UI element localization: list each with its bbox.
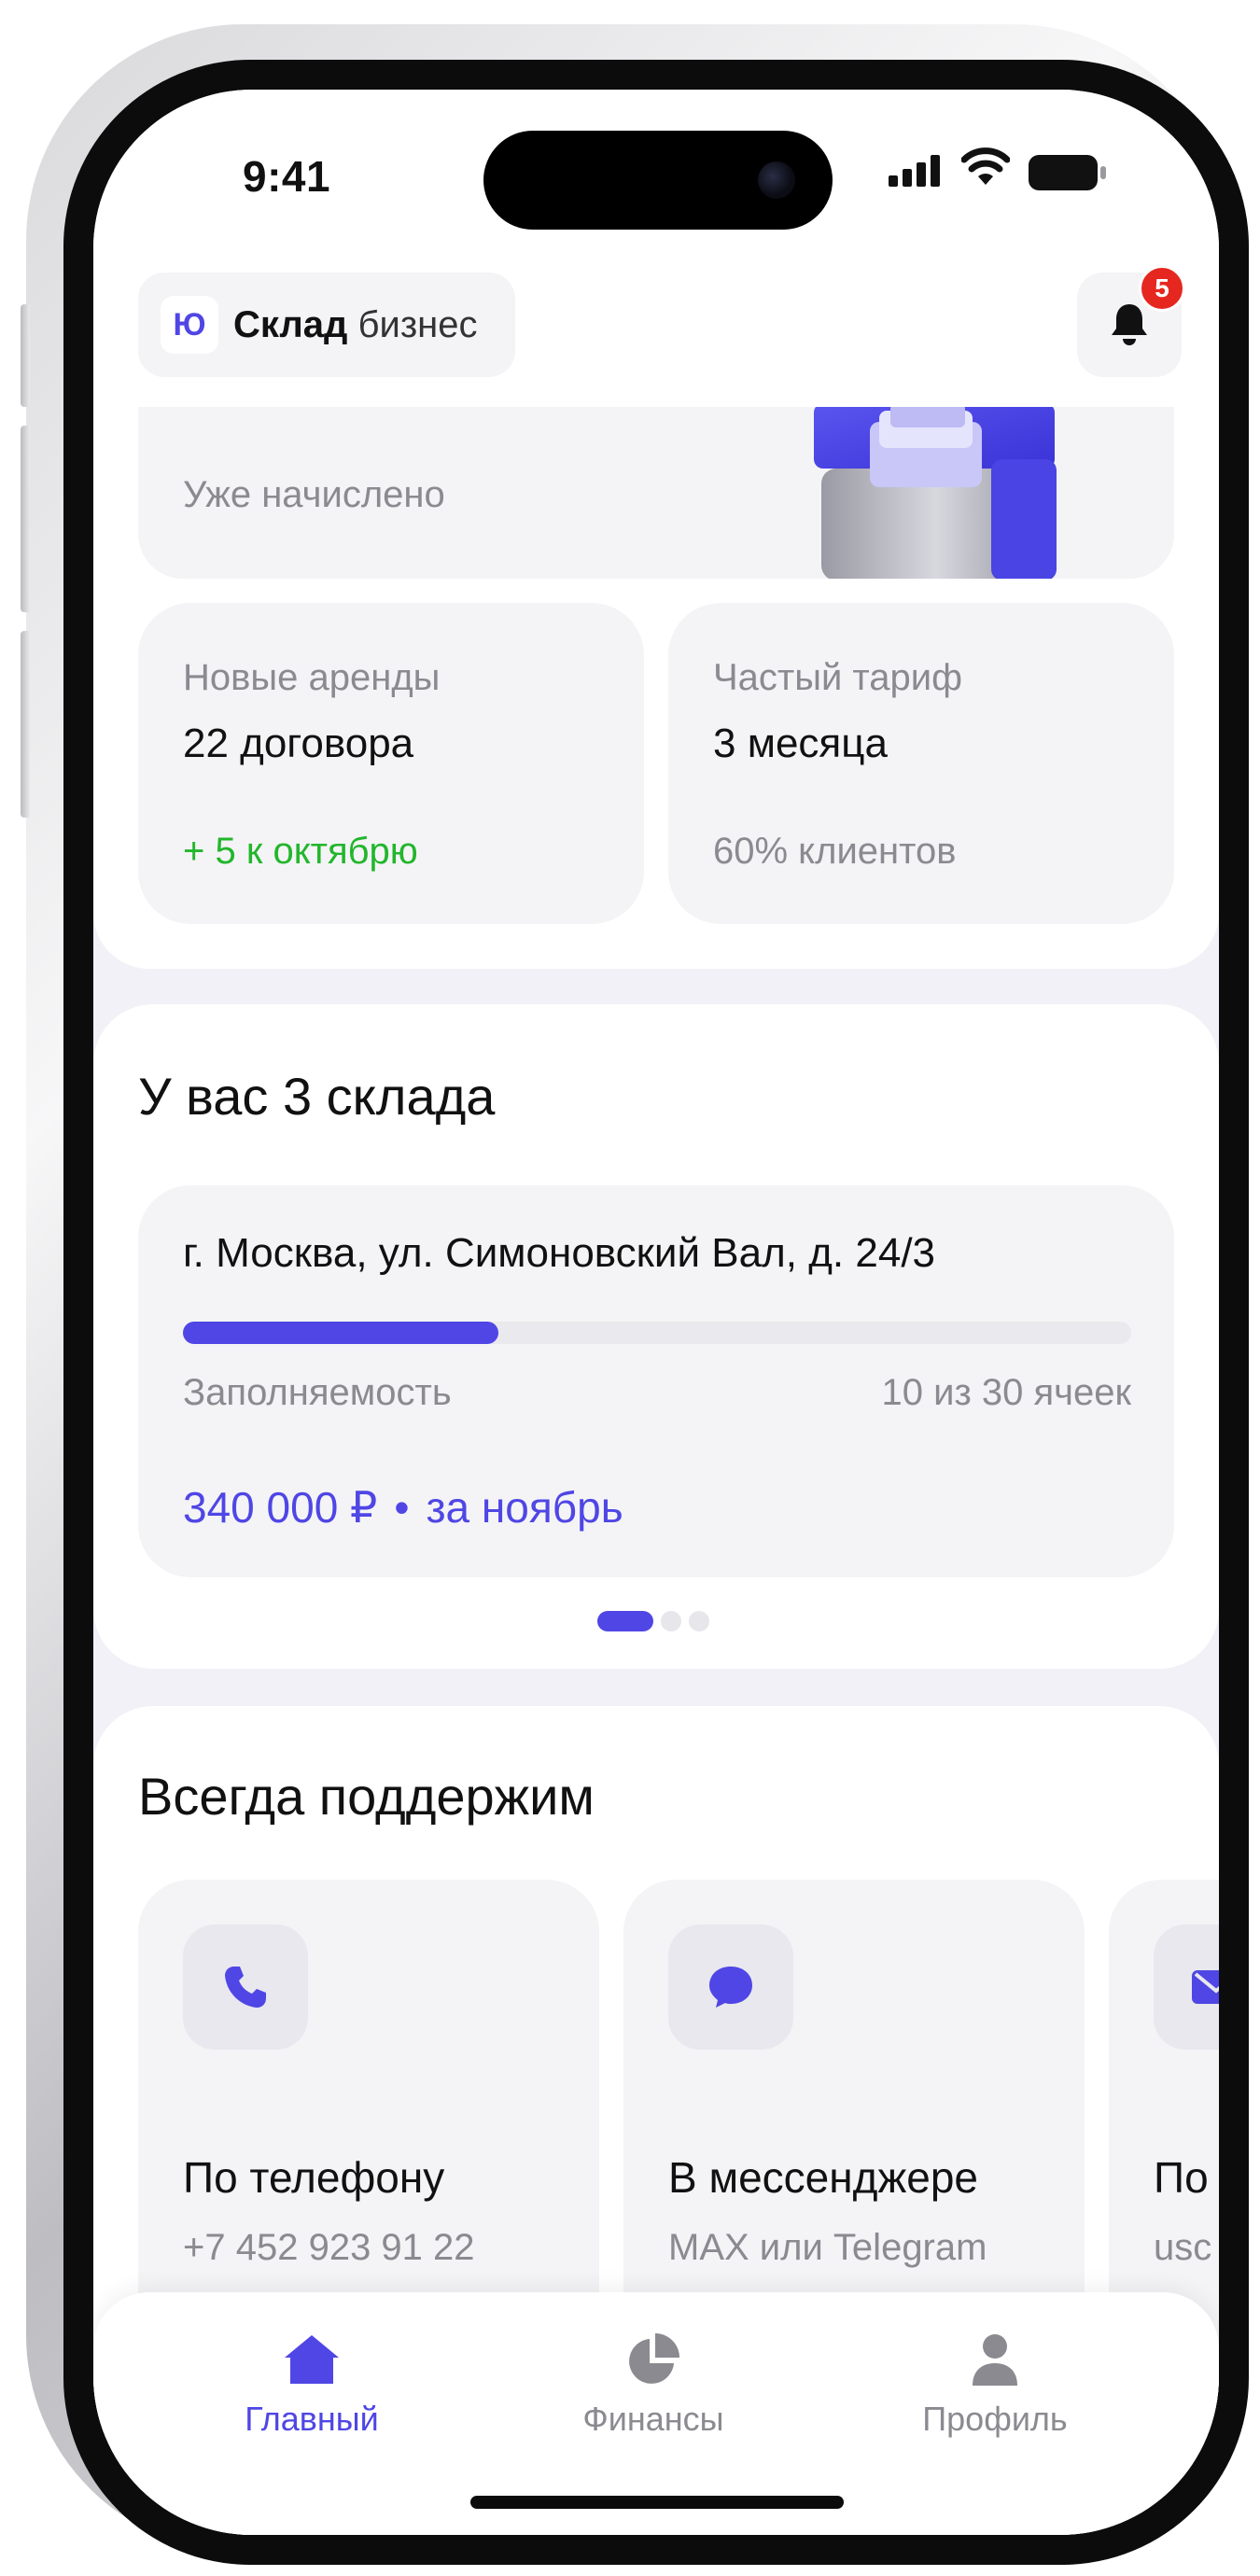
stat-value: 3 месяца	[713, 721, 888, 766]
action-button	[21, 304, 30, 407]
brand-chip[interactable]: Ю Склад бизнес	[138, 273, 515, 377]
warehouse-income: 340 000 ₽ • за ноябрь	[183, 1482, 623, 1533]
warehouses-title: У вас 3 склада	[138, 1067, 496, 1126]
occupancy-bar	[183, 1322, 1131, 1344]
support-card-value: usc	[1154, 2227, 1212, 2268]
stat-note: 60% клиентов	[713, 831, 957, 872]
wifi-icon	[961, 147, 1010, 185]
storage-box-illustration	[814, 407, 1057, 579]
stat-title: Новые аренды	[183, 657, 441, 698]
carousel-pager[interactable]	[597, 1611, 709, 1631]
support-card-title: По телефону	[183, 2153, 445, 2202]
support-card-value: +7 452 923 91 22	[183, 2227, 475, 2268]
tab-label: Профиль	[922, 2400, 1068, 2438]
occupancy-value: 10 из 30 ячеек	[881, 1372, 1132, 1413]
notification-badge: 5	[1139, 265, 1185, 312]
cellular-signal-icon	[889, 155, 940, 187]
pager-dot[interactable]	[689, 1611, 709, 1631]
tab-finance[interactable]: Финансы	[541, 2331, 765, 2439]
stat-card-popular-tariff[interactable]: Частый тариф 3 месяца 60% клиентов	[668, 603, 1174, 924]
accrued-label: Уже начислено	[183, 474, 445, 515]
accrued-card[interactable]: Уже начислено	[138, 407, 1174, 579]
dynamic-island	[483, 131, 833, 230]
support-card-title: По	[1154, 2153, 1209, 2202]
volume-down-button	[21, 631, 30, 818]
chat-bubble-icon	[709, 1967, 752, 2008]
support-icon-tile	[1154, 1925, 1219, 2050]
income-period: за ноябрь	[426, 1483, 623, 1532]
support-icon-tile	[668, 1925, 793, 2050]
home-indicator	[470, 2496, 844, 2509]
occupancy-label: Заполняемость	[183, 1372, 452, 1413]
phone-frame: 9:41 Ю Склад бизнес 5 Уже начислено Новы…	[21, 24, 1249, 2565]
phone-icon	[225, 1967, 266, 2008]
user-icon	[973, 2334, 1017, 2386]
tab-label: Главный	[245, 2400, 379, 2438]
mail-icon	[1192, 1970, 1219, 2004]
home-icon	[285, 2335, 339, 2384]
support-card-title: В мессенджере	[668, 2153, 979, 2202]
support-title: Всегда поддержим	[138, 1767, 595, 1826]
stat-title: Частый тариф	[713, 657, 963, 698]
brand-name: Склад бизнес	[233, 303, 478, 345]
tab-label: Финансы	[582, 2400, 724, 2438]
camera-icon	[758, 161, 795, 199]
bell-icon	[1112, 304, 1147, 345]
battery-icon	[1029, 155, 1106, 190]
support-card-value: MAX или Telegram	[668, 2227, 987, 2268]
status-time: 9:41	[243, 152, 331, 201]
status-bar: 9:41	[93, 90, 1219, 239]
pager-dot[interactable]	[661, 1611, 681, 1631]
pager-dot[interactable]	[597, 1611, 653, 1631]
warehouse-card[interactable]: г. Москва, ул. Симоновский Вал, д. 24/3 …	[138, 1185, 1174, 1577]
pie-chart-icon	[629, 2333, 679, 2384]
brand-logo: Ю	[161, 296, 218, 354]
warehouse-address: г. Москва, ул. Симоновский Вал, д. 24/3	[183, 1230, 936, 1276]
volume-up-button	[21, 426, 30, 612]
income-amount: 340 000 ₽	[183, 1483, 378, 1532]
tab-profile[interactable]: Профиль	[883, 2331, 1107, 2439]
occupancy-bar-fill	[183, 1322, 499, 1344]
tab-home[interactable]: Главный	[200, 2331, 424, 2439]
stat-note: + 5 к октябрю	[183, 831, 418, 872]
stat-value: 22 договора	[183, 721, 414, 766]
income-separator: •	[394, 1483, 410, 1532]
screen: 9:41 Ю Склад бизнес 5 Уже начислено Новы…	[93, 90, 1219, 2535]
stat-card-new-rentals[interactable]: Новые аренды 22 договора + 5 к октябрю	[138, 603, 644, 924]
support-icon-tile	[183, 1925, 308, 2050]
